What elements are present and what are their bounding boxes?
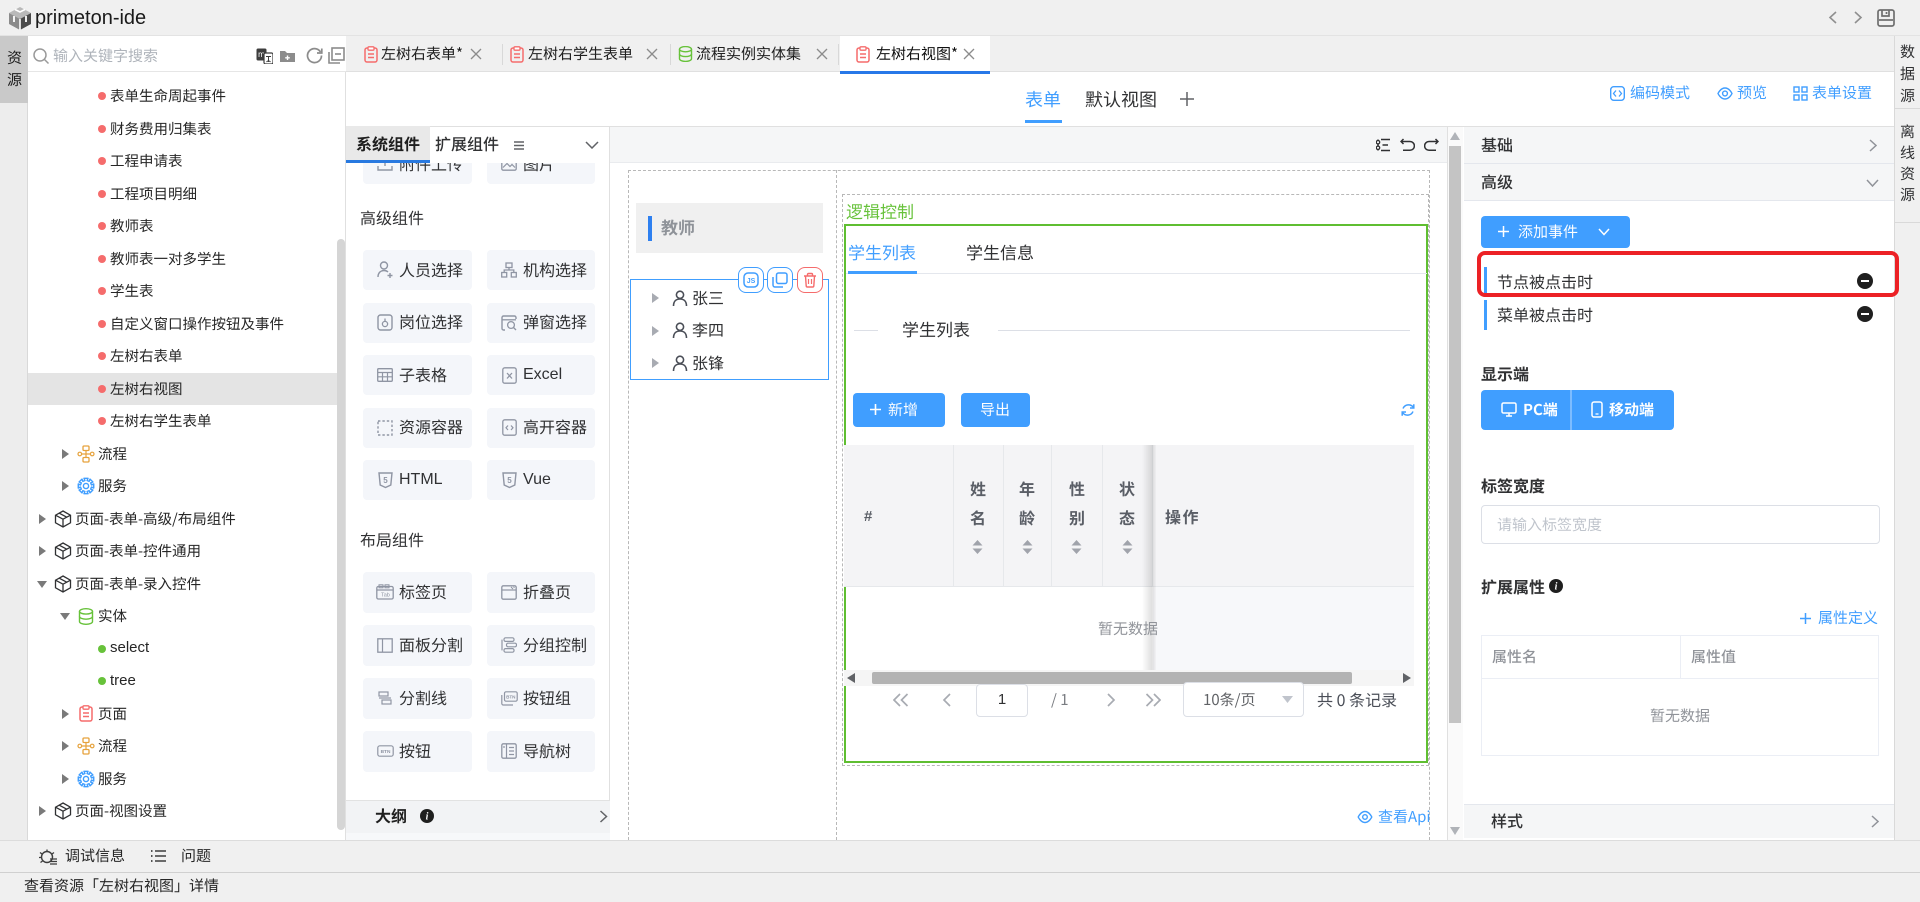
svg-text:5: 5	[507, 476, 512, 485]
svg-text:Tab: Tab	[381, 593, 390, 599]
svg-text:JS: JS	[747, 278, 756, 285]
svg-text:i: i	[426, 812, 429, 823]
svg-text:i: i	[1555, 582, 1558, 593]
svg-text:BTN: BTN	[506, 694, 516, 699]
svg-text:5: 5	[383, 476, 388, 485]
svg-text:BTN: BTN	[380, 749, 390, 755]
